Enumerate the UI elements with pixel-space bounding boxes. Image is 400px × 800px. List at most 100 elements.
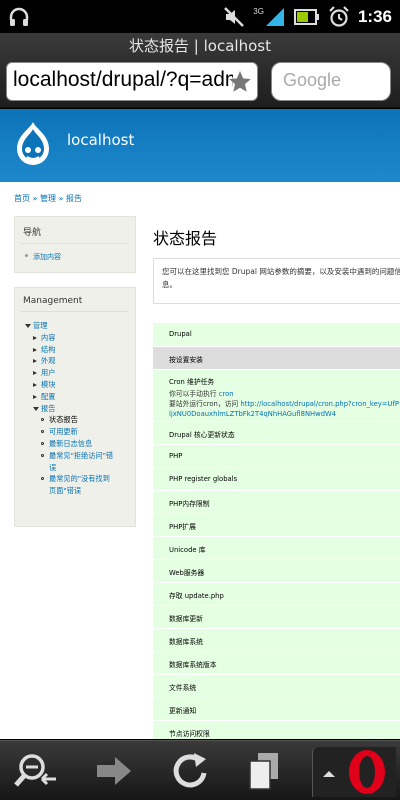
cron-desc-text: 要站外运行cron，访问 xyxy=(169,399,239,408)
reload-icon[interactable] xyxy=(166,749,214,793)
report-row: PHP register globals停用 xyxy=(153,467,400,491)
breadcrumb-sep: » xyxy=(58,194,64,203)
management-menu-item[interactable]: 状态报告 xyxy=(25,414,113,426)
expanded-arrow-icon xyxy=(25,324,31,328)
report-label-text: 节点访问权限 xyxy=(169,729,210,738)
page-heading: 状态报告 xyxy=(153,229,218,248)
management-menu-item[interactable]: 模块 xyxy=(25,379,113,391)
report-row: PHP内存限制128M xyxy=(153,490,400,514)
collapsed-arrow-icon xyxy=(33,347,37,352)
page-viewport[interactable]: localhost 首页 » 管理 » 报告 导航 添加内容 Managemen… xyxy=(0,109,400,739)
navigation-block: 导航 添加内容 xyxy=(14,216,136,273)
report-label-text: Web服务器 xyxy=(169,568,205,577)
management-menu-item[interactable]: 管理 xyxy=(25,320,113,332)
management-menu-item[interactable]: 内容 xyxy=(25,332,113,344)
management-menu: 管理内容结构 外观 用户 模块配置 报告状态报告可用更新 最新日志信息最常见"拒绝访问"错… xyxy=(25,320,113,497)
menu-item-label: 管理 xyxy=(33,321,48,330)
address-bar[interactable]: localhost/drupal/?q=admin/reports/status xyxy=(6,62,258,101)
expanded-arrow-icon xyxy=(33,406,39,411)
menu-item-label: 模块 xyxy=(41,379,56,389)
bullet-icon xyxy=(25,254,28,257)
menu-item-label: 最常见"拒绝访问"错 xyxy=(49,450,114,460)
bullet-icon xyxy=(41,418,44,422)
report-row: PHP扩展已启用 xyxy=(153,513,400,537)
report-row: Web服务器nginx/1.5.6 FOR AITE.ME xyxy=(153,559,400,583)
report-label: 数据库更新 xyxy=(153,605,400,629)
management-block-title: Management xyxy=(21,288,129,312)
menu-item-label: 内容 xyxy=(41,332,56,342)
management-menu-item[interactable]: 可用更新 xyxy=(25,426,113,438)
management-menu-item[interactable]: 外观 xyxy=(25,355,113,367)
report-label-text: 更新通知 xyxy=(169,706,197,715)
report-row: 数据库系统版本9.3.1 xyxy=(153,651,400,675)
report-label-text: PHP内存限制 xyxy=(169,499,210,508)
breadcrumb-reports[interactable]: 报告 xyxy=(66,194,82,203)
report-label: 存取 update.php xyxy=(153,582,400,606)
collapsed-arrow-icon xyxy=(33,371,37,376)
menu-item-label: 状态报告 xyxy=(49,415,78,425)
navigation-block-title: 导航 xyxy=(21,217,129,244)
report-row: PHP5.5.5 FOR AITE.ME (更多信息) xyxy=(153,444,400,468)
bookmark-star-icon[interactable] xyxy=(227,69,253,95)
breadcrumb-admin[interactable]: 管理 xyxy=(40,194,56,203)
report-row: Cron 维护任务 你可以手动执行 cron 要站外运行cron，访问 http:/… xyxy=(153,369,400,422)
report-label-text: 数据库更新 xyxy=(169,614,203,623)
opera-menu-icon[interactable] xyxy=(313,747,397,797)
run-cron-link[interactable]: cron xyxy=(219,390,234,398)
report-label: 按设置安装 xyxy=(153,346,400,370)
tabs-icon[interactable] xyxy=(240,749,288,793)
drupal-logo-icon[interactable] xyxy=(14,121,52,167)
menu-item-label: 误 xyxy=(49,462,57,472)
report-row: 文件系统可写(公开下载模式) xyxy=(153,674,400,698)
breadcrumb-home[interactable]: 首页 xyxy=(14,194,30,203)
clock: 1:36 xyxy=(357,7,392,26)
report-row: Drupal7.23 xyxy=(153,323,400,347)
zoom-out-icon[interactable] xyxy=(12,749,60,793)
report-label-text: 数据库系统版本 xyxy=(169,660,217,669)
report-label-text: PHP register globals xyxy=(169,474,238,483)
bullet-icon xyxy=(41,453,44,457)
bullet-icon xyxy=(41,477,44,481)
report-label-text: 数据库系统 xyxy=(169,637,203,646)
management-menu-item[interactable]: 报告 xyxy=(25,403,113,415)
management-menu-item[interactable]: 最新日志信息 xyxy=(25,438,113,450)
nav-item-add-content[interactable]: 添加内容 xyxy=(33,252,61,262)
opera-menu-button[interactable] xyxy=(312,747,396,797)
report-row: Drupal 核心更新状态最新的 xyxy=(153,421,400,445)
menu-item-label: 报告 xyxy=(41,403,56,413)
breadcrumb: 首页 » 管理 » 报告 xyxy=(14,193,82,204)
report-label-text: PHP xyxy=(169,451,183,460)
report-row: 更新通知已启用 xyxy=(153,697,400,721)
collapsed-arrow-icon xyxy=(33,394,37,399)
report-label: 数据库系统版本 xyxy=(153,651,400,675)
forward-icon[interactable] xyxy=(89,749,137,793)
management-menu-item[interactable]: 最常见的"没有找到 xyxy=(25,473,113,485)
menu-item-label: 可用更新 xyxy=(49,427,78,437)
report-label: 数据库系统 xyxy=(153,628,400,652)
management-menu-item[interactable]: 配置 xyxy=(25,391,113,403)
report-row: 存取 update.php被保护 xyxy=(153,582,400,606)
management-menu-item[interactable]: 用户 xyxy=(25,367,113,379)
search-field[interactable]: Google xyxy=(271,62,391,101)
management-menu-item[interactable]: 页面"错误 xyxy=(25,485,113,497)
report-row: 数据库系统PostgreSQL xyxy=(153,628,400,652)
status-report-table: Drupal7.23按设置安装Minimal (minimal-7.23)Cro… xyxy=(153,323,400,739)
collapsed-arrow-icon xyxy=(33,359,37,364)
report-label: 文件系统 xyxy=(153,674,400,698)
network-type: 3G xyxy=(253,7,264,16)
report-label-text: 按设置安装 xyxy=(169,355,203,364)
report-label: PHP register globals xyxy=(153,467,400,491)
management-menu-item[interactable]: 结构 xyxy=(25,344,113,356)
battery-icon xyxy=(293,9,319,25)
management-menu-item[interactable]: 最常见"拒绝访问"错 xyxy=(25,450,113,462)
site-name[interactable]: localhost xyxy=(67,131,134,149)
page-title-bar: 状态报告 | localhost xyxy=(129,37,271,55)
report-label-text: Cron 维护任务 xyxy=(169,377,215,386)
report-label-text: 文件系统 xyxy=(169,683,197,692)
management-menu-item[interactable]: 误 xyxy=(25,462,113,474)
report-label-text: PHP扩展 xyxy=(169,522,196,531)
url-text[interactable]: localhost/drupal/?q=admin/reports/status xyxy=(13,68,233,92)
report-label-text: Unicode 库 xyxy=(169,545,206,554)
report-row: 数据库更新最新的 xyxy=(153,605,400,629)
menu-item-label: 最新日志信息 xyxy=(49,438,93,448)
